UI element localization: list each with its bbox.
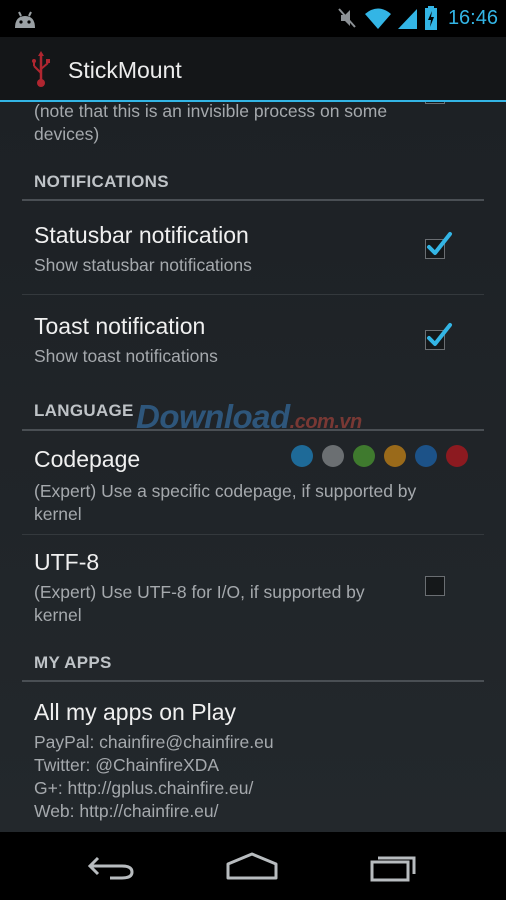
recent-apps-icon[interactable] (364, 850, 424, 884)
section-divider (22, 199, 484, 201)
partial-preference-item[interactable]: (note that this is an invisible process … (34, 102, 484, 146)
checkmark-icon (427, 232, 452, 255)
signal-icon (397, 9, 417, 29)
section-header-language: LANGUAGE (34, 401, 134, 420)
home-icon[interactable] (222, 850, 282, 884)
color-dot (415, 445, 437, 467)
web-line: Web: http://chainfire.eu/ (34, 801, 219, 821)
color-dot (446, 445, 468, 467)
gplus-line: G+: http://gplus.chainfire.eu/ (34, 778, 254, 798)
section-header-notifications: NOTIFICATIONS (34, 172, 169, 191)
toast-notification-checkbox[interactable] (425, 323, 452, 350)
battery-charging-icon (424, 6, 437, 30)
pref-utf8-title: UTF-8 (34, 549, 100, 575)
pref-utf8[interactable]: UTF-8 (Expert) Use UTF-8 for I/O, if sup… (34, 549, 484, 627)
statusbar-notification-checkbox[interactable] (425, 232, 452, 259)
usb-icon[interactable] (28, 51, 54, 89)
back-icon[interactable] (82, 850, 142, 884)
paypal-line: PayPal: chainfire@chainfire.eu (34, 732, 274, 752)
color-dot (322, 445, 344, 467)
action-bar: StickMount (0, 37, 506, 102)
codepage-color-dots (291, 445, 468, 467)
section-divider (22, 680, 484, 682)
pref-statusbar-summary: Show statusbar notifications (34, 255, 252, 275)
pref-all-my-apps[interactable]: All my apps on Play PayPal: chainfire@ch… (34, 699, 484, 823)
pref-toast-title: Toast notification (34, 313, 206, 339)
item-divider (22, 294, 484, 295)
wifi-icon (364, 8, 391, 29)
color-dot (291, 445, 313, 467)
partial-item-summary: (note that this is an invisible process … (34, 102, 388, 144)
preferences-list[interactable]: (note that this is an invisible process … (0, 102, 506, 832)
twitter-line: Twitter: @ChainfireXDA (34, 755, 220, 775)
watermark-main: Download (136, 398, 290, 435)
pref-toast-notification[interactable]: Toast notification Show toast notificati… (34, 313, 484, 368)
mute-icon (338, 8, 356, 28)
status-time: 16:46 (447, 6, 498, 29)
navigation-bar (0, 832, 506, 900)
pref-utf8-summary: (Expert) Use UTF-8 for I/O, if supported… (34, 582, 365, 625)
pref-statusbar-title: Statusbar notification (34, 222, 249, 248)
utf8-checkbox[interactable] (425, 576, 445, 596)
section-header-my-apps: MY APPS (34, 653, 112, 672)
pref-my-apps-title: All my apps on Play (34, 699, 236, 725)
checkmark-icon (427, 323, 452, 346)
color-dot (353, 445, 375, 467)
pref-toast-summary: Show toast notifications (34, 346, 218, 366)
status-bar: 16:46 (0, 0, 506, 37)
color-dot (384, 445, 406, 467)
android-icon (15, 11, 35, 28)
item-divider (22, 534, 484, 535)
download-watermark: Download.com.vn (136, 398, 362, 436)
app-title: StickMount (68, 57, 182, 83)
pref-statusbar-notification[interactable]: Statusbar notification Show statusbar no… (34, 222, 484, 277)
pref-codepage-summary: (Expert) Use a specific codepage, if sup… (34, 481, 417, 524)
partial-checkbox[interactable] (425, 102, 445, 104)
watermark-suffix: .com.vn (289, 411, 363, 433)
